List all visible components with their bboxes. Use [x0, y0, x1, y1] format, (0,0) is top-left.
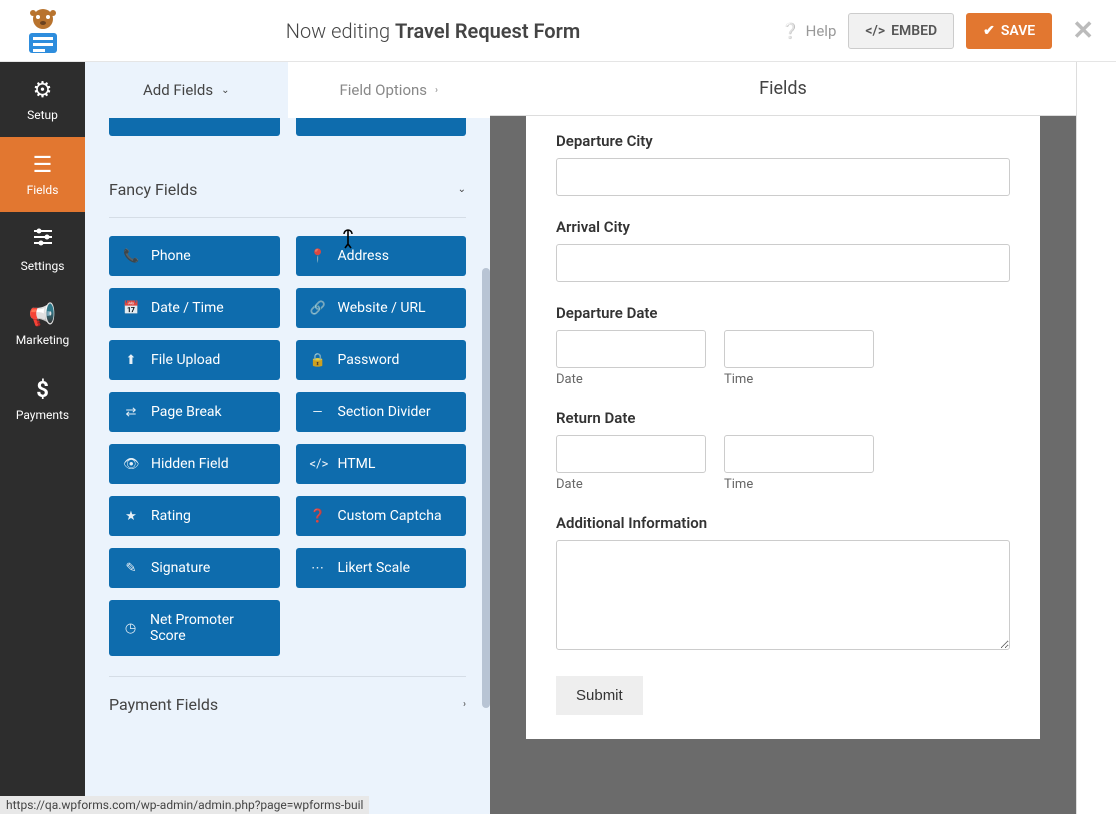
section-payment-fields[interactable]: Payment Fields › — [109, 676, 466, 732]
upload-icon: ⬆ — [123, 353, 139, 368]
sublabel-time: Time — [724, 372, 874, 387]
field-additional-info[interactable]: Additional Information — [556, 514, 1010, 654]
field-captcha[interactable]: ❓Custom Captcha — [296, 496, 467, 536]
close-icon[interactable]: ✕ — [1072, 16, 1094, 46]
sublabel-time: Time — [724, 477, 874, 492]
question-icon: ❓ — [310, 509, 326, 524]
nav-settings[interactable]: Settings — [0, 212, 85, 287]
textarea-additional-info[interactable] — [556, 540, 1010, 650]
divider-icon: — — [310, 405, 326, 420]
label-additional-info: Additional Information — [556, 514, 1010, 532]
pin-icon: 📍 — [310, 249, 326, 264]
input-departure-city[interactable] — [556, 158, 1010, 196]
help-icon: ❔ — [781, 22, 800, 40]
field-departure-city[interactable]: Departure City — [556, 132, 1010, 196]
tab-add-fields[interactable]: Add Fields ⌄ — [85, 62, 288, 118]
bullhorn-icon: 📢 — [29, 303, 56, 328]
chevron-down-icon: ⌄ — [458, 184, 466, 195]
field-phone[interactable]: 📞Phone — [109, 236, 280, 276]
pencil-icon: ✎ — [123, 561, 139, 576]
field-arrival-city[interactable]: Arrival City — [556, 218, 1010, 282]
field-datetime[interactable]: 📅Date / Time — [109, 288, 280, 328]
help-link[interactable]: ❔ Help — [781, 22, 836, 40]
lock-icon: 🔒 — [310, 353, 326, 368]
chevron-down-icon: ⌄ — [221, 85, 229, 96]
field-rating[interactable]: ★Rating — [109, 496, 280, 536]
field-nps[interactable]: ◷Net Promoter Score — [109, 600, 280, 656]
tab-field-options[interactable]: Field Options › — [288, 62, 491, 118]
nav-payments[interactable]: $ Payments — [0, 362, 85, 437]
field-pill[interactable] — [109, 118, 280, 136]
phone-icon: 📞 — [123, 249, 139, 264]
code-icon: </> — [865, 23, 885, 39]
field-website[interactable]: 🔗Website / URL — [296, 288, 467, 328]
list-icon: ☰ — [33, 153, 53, 178]
field-pagebreak[interactable]: ⇄Page Break — [109, 392, 280, 432]
sublabel-date: Date — [556, 372, 706, 387]
label-departure-city: Departure City — [556, 132, 1010, 150]
field-return-date[interactable]: Return Date Date Time — [556, 409, 1010, 492]
field-pill[interactable] — [296, 118, 467, 136]
right-edge — [1076, 62, 1116, 814]
label-departure-date: Departure Date — [556, 304, 1010, 322]
input-return-time[interactable] — [724, 435, 874, 473]
input-arrival-city[interactable] — [556, 244, 1010, 282]
field-departure-date[interactable]: Departure Date Date Time — [556, 304, 1010, 387]
field-likert[interactable]: ⋯Likert Scale — [296, 548, 467, 588]
embed-button[interactable]: </> EMBED — [848, 13, 954, 49]
label-arrival-city: Arrival City — [556, 218, 1010, 236]
sliders-icon — [32, 226, 54, 254]
ellipsis-icon: ⋯ — [310, 561, 326, 576]
dollar-icon: $ — [36, 378, 49, 403]
input-return-date[interactable] — [556, 435, 706, 473]
field-address[interactable]: 📍Address — [296, 236, 467, 276]
star-icon: ★ — [123, 509, 139, 524]
app-logo — [0, 0, 85, 62]
save-button[interactable]: ✔ SAVE — [966, 13, 1052, 49]
submit-button[interactable]: Submit — [556, 676, 643, 715]
main-header: Fields — [490, 62, 1076, 116]
sublabel-date: Date — [556, 477, 706, 492]
nav-marketing[interactable]: 📢 Marketing — [0, 287, 85, 362]
nav-fields[interactable]: ☰ Fields — [0, 137, 85, 212]
status-bar: https://qa.wpforms.com/wp-admin/admin.ph… — [0, 796, 369, 814]
input-departure-time[interactable] — [724, 330, 874, 368]
field-html[interactable]: </>HTML — [296, 444, 467, 484]
calendar-icon: 📅 — [123, 301, 139, 316]
chevron-right-icon: › — [463, 699, 466, 710]
nav-setup[interactable]: ⚙ Setup — [0, 62, 85, 137]
link-icon: 🔗 — [310, 301, 326, 316]
field-password[interactable]: 🔒Password — [296, 340, 467, 380]
gear-icon: ⚙ — [33, 78, 53, 103]
code-icon: </> — [310, 457, 326, 472]
field-section[interactable]: —Section Divider — [296, 392, 467, 432]
section-fancy-fields[interactable]: Fancy Fields ⌄ — [109, 162, 466, 218]
scrollbar-track[interactable] — [482, 268, 490, 794]
eye-slash-icon: 👁 — [123, 457, 139, 472]
check-icon: ✔ — [983, 23, 995, 39]
label-return-date: Return Date — [556, 409, 1010, 427]
input-departure-date[interactable] — [556, 330, 706, 368]
scrollbar-thumb[interactable] — [482, 268, 490, 708]
chevron-right-icon: › — [435, 85, 438, 96]
field-signature[interactable]: ✎Signature — [109, 548, 280, 588]
gauge-icon: ◷ — [123, 621, 138, 636]
field-hidden[interactable]: 👁Hidden Field — [109, 444, 280, 484]
field-upload[interactable]: ⬆File Upload — [109, 340, 280, 380]
page-title: Now editing Travel Request Form — [85, 19, 781, 43]
pagebreak-icon: ⇄ — [123, 405, 139, 420]
